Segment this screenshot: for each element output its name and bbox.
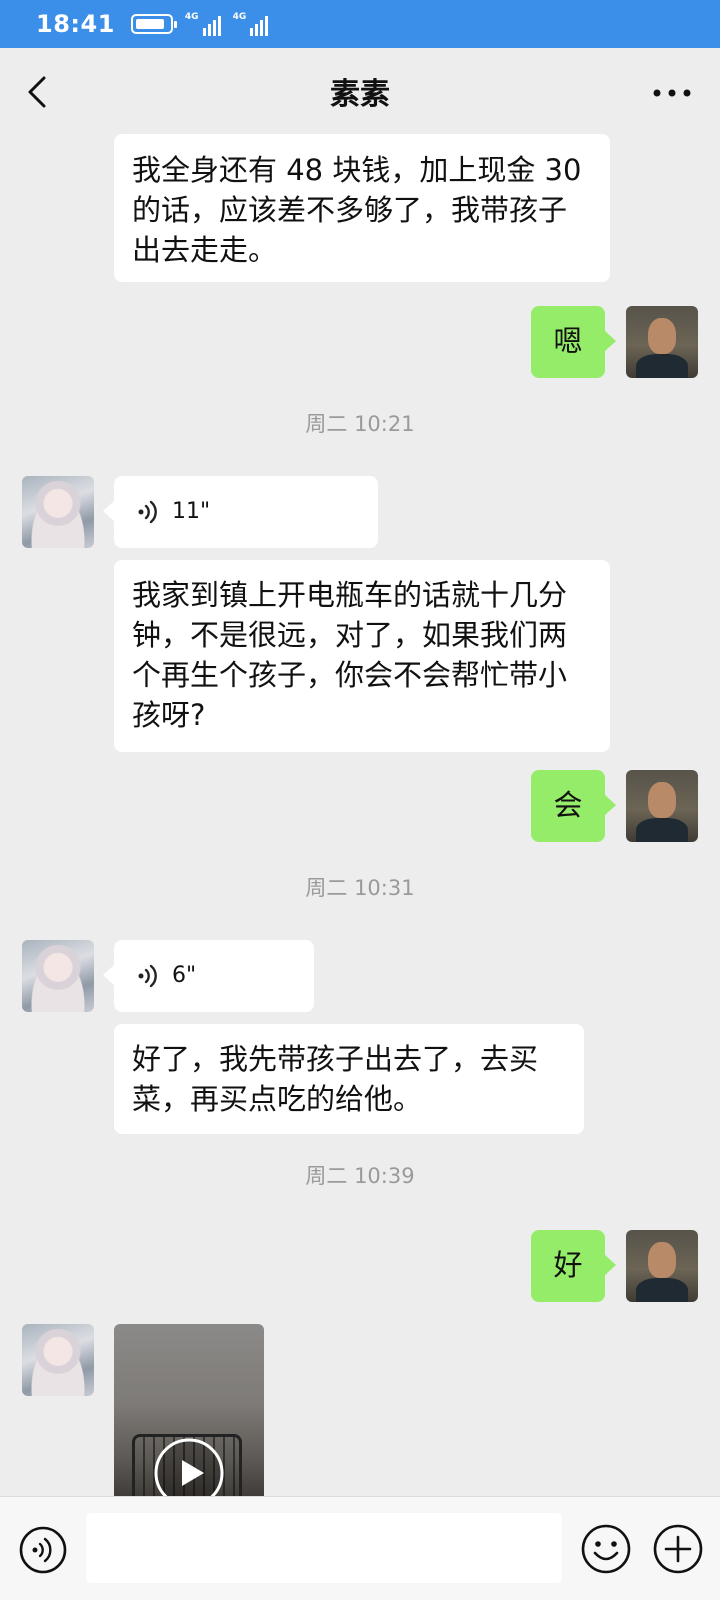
chat-area[interactable]: 我全身还有 48 块钱，加上现金 30 的话，应该差不多够了，我带孩子出去走走。… (0, 134, 720, 1496)
voice-message[interactable]: 6" (103, 940, 314, 1012)
message-input[interactable] (86, 1513, 562, 1583)
voice-wave-icon (138, 964, 157, 988)
message-bubble-received[interactable]: 好了，我先带孩子出去了，去买菜，再买点吃的给他。 (114, 1024, 584, 1134)
message-bubble-sent[interactable]: 嗯 (531, 306, 616, 378)
input-bar (0, 1496, 720, 1600)
message-text: 好 (553, 1248, 583, 1282)
message-bubble-received[interactable]: 我全身还有 48 块钱，加上现金 30 的话，应该差不多够了，我带孩子出去走走。 (114, 134, 610, 282)
message-text: 我家到镇上开电瓶车的话就十几分钟，不是很远，对了，如果我们两个再生个孩子，你会不… (132, 578, 568, 732)
timestamp: 周二 10:21 (305, 412, 415, 436)
chat-title: 素素 (330, 77, 390, 112)
self-avatar[interactable] (626, 306, 698, 378)
network-label: 4G (184, 12, 199, 22)
chat-header: 素素 (0, 48, 720, 134)
play-icon[interactable] (152, 1436, 226, 1496)
voice-duration: 6" (172, 963, 197, 988)
message-text: 会 (553, 788, 583, 822)
signal-icon-2: 4G (233, 12, 269, 36)
voice-message[interactable]: 11" (103, 476, 378, 548)
message-text: 嗯 (553, 324, 583, 358)
contact-avatar[interactable] (22, 940, 94, 1012)
voice-mode-icon[interactable] (18, 1525, 68, 1575)
message-text: 好了，我先带孩子出去了，去买菜，再买点吃的给他。 (132, 1042, 539, 1116)
chevron-left-icon[interactable] (24, 74, 52, 110)
emoji-icon[interactable] (580, 1523, 632, 1575)
signal-icon: 4G (185, 12, 221, 36)
voice-duration: 11" (172, 499, 211, 524)
timestamp: 周二 10:39 (305, 1164, 415, 1188)
self-avatar[interactable] (626, 770, 698, 842)
timestamp: 周二 10:31 (305, 876, 415, 900)
message-bubble-received[interactable]: 我家到镇上开电瓶车的话就十几分钟，不是很远，对了，如果我们两个再生个孩子，你会不… (114, 560, 610, 752)
contact-avatar[interactable] (22, 1324, 94, 1396)
message-text: 我全身还有 48 块钱，加上现金 30 的话，应该差不多够了，我带孩子出去走走。 (132, 153, 582, 267)
status-time: 18:41 (36, 10, 115, 38)
status-bar: 18:41 4G 4G (0, 0, 720, 48)
message-bubble-sent[interactable]: 好 (531, 1230, 616, 1302)
video-message[interactable] (114, 1324, 264, 1496)
plus-icon[interactable] (652, 1523, 704, 1575)
message-bubble-sent[interactable]: 会 (531, 770, 616, 842)
more-horizontal-icon[interactable] (652, 88, 692, 98)
network-label-2: 4G (232, 12, 247, 22)
voice-wave-icon (138, 500, 157, 524)
battery-icon (130, 14, 177, 34)
self-avatar[interactable] (626, 1230, 698, 1302)
contact-avatar[interactable] (22, 476, 94, 548)
